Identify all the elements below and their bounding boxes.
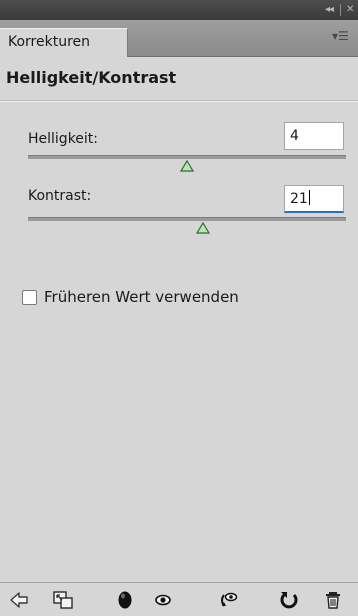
use-legacy-label[interactable]: Früheren Wert verwenden: [44, 288, 239, 306]
view-previous-state-icon[interactable]: [218, 589, 240, 611]
contrast-input[interactable]: 21: [284, 185, 344, 213]
contrast-label: Kontrast:: [28, 188, 92, 204]
panel-footer-toolbar: [0, 583, 358, 616]
contrast-value: 21: [290, 191, 308, 207]
titlebar-divider: [340, 4, 341, 16]
trash-icon[interactable]: [322, 589, 344, 611]
adjustment-title: Helligkeit/Kontrast: [6, 68, 177, 87]
collapse-icon[interactable]: ◂◂: [325, 3, 334, 17]
tab-korrekturen[interactable]: Korrekturen: [0, 28, 128, 57]
header-divider-highlight: [0, 101, 358, 102]
brightness-slider-track[interactable]: [28, 155, 346, 159]
use-legacy-checkbox[interactable]: [22, 290, 37, 305]
contrast-slider-track[interactable]: [28, 217, 346, 221]
brightness-slider-thumb[interactable]: [180, 160, 194, 172]
adjustments-panel: ◂◂ ✕ Korrekturen ▾☰ Helligkeit/Kontrast …: [0, 0, 358, 616]
clip-to-layer-icon[interactable]: [52, 589, 74, 611]
brightness-value: 4: [290, 128, 299, 144]
back-arrow-icon[interactable]: [8, 589, 30, 611]
panel-titlebar: ◂◂ ✕: [0, 0, 358, 20]
text-caret: [308, 190, 310, 205]
brightness-input[interactable]: 4: [284, 122, 344, 150]
contrast-slider-thumb[interactable]: [196, 222, 210, 234]
close-icon[interactable]: ✕: [346, 3, 354, 17]
reset-icon[interactable]: [278, 589, 300, 611]
panel-menu-icon[interactable]: ▾☰: [332, 29, 349, 43]
eye-icon[interactable]: [152, 589, 174, 611]
brightness-label: Helligkeit:: [28, 131, 99, 147]
layer-mask-icon[interactable]: [114, 589, 136, 611]
tab-strip: Korrekturen ▾☰: [0, 20, 358, 57]
